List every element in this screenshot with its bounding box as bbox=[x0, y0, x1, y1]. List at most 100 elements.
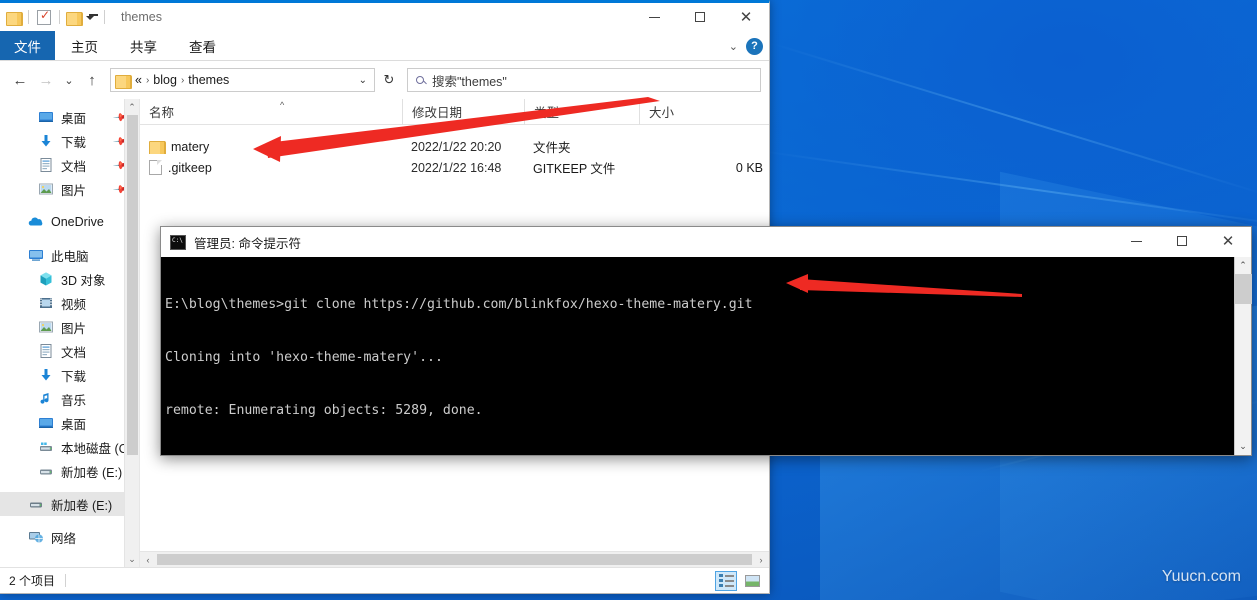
download-icon bbox=[38, 367, 54, 383]
breadcrumb-separator: › bbox=[145, 74, 150, 86]
help-button[interactable]: ? bbox=[746, 37, 763, 55]
maximize-button[interactable] bbox=[677, 3, 723, 31]
folder-icon[interactable] bbox=[6, 11, 23, 26]
chevron-down-icon[interactable]: ⌄ bbox=[729, 40, 738, 53]
sidebar-item-pictures[interactable]: 图片 📌 bbox=[0, 177, 139, 201]
scroll-down-icon[interactable]: ⌄ bbox=[1235, 438, 1252, 455]
cmd-minimize-button[interactable] bbox=[1113, 227, 1159, 255]
tab-home[interactable]: 主页 bbox=[55, 31, 114, 60]
sidebar-item-downloads[interactable]: 下载 📌 bbox=[0, 129, 139, 153]
scroll-up-icon[interactable]: ⌃ bbox=[1235, 257, 1252, 274]
table-row[interactable]: .gitkeep 2022/1/22 16:48 GITKEEP 文件 0 KB bbox=[140, 157, 769, 178]
nav-pane-scrollbar[interactable]: ⌃ ⌄ bbox=[124, 99, 139, 567]
sidebar-item-label: 此电脑 bbox=[51, 249, 89, 264]
scroll-down-icon[interactable]: ⌄ bbox=[124, 551, 139, 567]
sidebar-item-new-volume-e-selected[interactable]: 新加卷 (E:) bbox=[0, 492, 139, 516]
scroll-right-icon[interactable]: › bbox=[753, 555, 769, 565]
ribbon-tabs: 文件 主页 共享 查看 ⌄ ? bbox=[0, 31, 769, 61]
thumbnail-view-button[interactable] bbox=[741, 571, 763, 591]
close-button[interactable]: ✕ bbox=[723, 3, 769, 31]
sidebar-item-this-pc[interactable]: 此电脑 bbox=[0, 243, 139, 267]
quick-access-toolbar bbox=[0, 8, 111, 26]
file-list-horizontal-scrollbar[interactable]: ‹ › bbox=[140, 551, 769, 567]
sidebar-item-new-volume-e[interactable]: 新加卷 (E:) bbox=[0, 459, 139, 483]
chevron-down-icon[interactable]: ⌄ bbox=[359, 75, 370, 86]
up-button[interactable]: ↑ bbox=[80, 68, 104, 92]
sidebar-item-downloads-2[interactable]: 下载 bbox=[0, 363, 139, 387]
breadcrumb-themes[interactable]: themes bbox=[188, 73, 229, 87]
sidebar-item-documents[interactable]: 文档 📌 bbox=[0, 153, 139, 177]
folder-icon bbox=[149, 140, 166, 154]
column-header-name[interactable]: 名称 ^ bbox=[140, 99, 402, 125]
cmd-maximize-button[interactable] bbox=[1159, 227, 1205, 255]
forward-button[interactable]: → bbox=[34, 68, 58, 92]
scroll-left-icon[interactable]: ‹ bbox=[140, 555, 156, 565]
desktop-icon bbox=[38, 109, 54, 125]
sidebar-item-label: OneDrive bbox=[51, 215, 104, 229]
sidebar-item-onedrive[interactable]: OneDrive bbox=[0, 210, 139, 234]
breadcrumb-root[interactable]: « bbox=[135, 73, 142, 87]
tab-view[interactable]: 查看 bbox=[173, 31, 232, 60]
sidebar-item-label: 图片 bbox=[61, 321, 87, 336]
new-folder-icon[interactable] bbox=[66, 11, 83, 26]
search-input[interactable]: 搜索"themes" bbox=[407, 68, 761, 92]
console-output[interactable]: E:\blog\themes>git clone https://github.… bbox=[161, 257, 1234, 455]
back-button[interactable]: ← bbox=[8, 68, 32, 92]
properties-icon[interactable] bbox=[37, 8, 51, 25]
sidebar-item-label: 文档 bbox=[61, 159, 87, 174]
cmd-close-button[interactable]: ✕ bbox=[1205, 227, 1251, 255]
desktop-icon bbox=[38, 415, 54, 431]
file-name: matery bbox=[171, 139, 210, 154]
table-row[interactable]: matery 2022/1/22 20:20 文件夹 bbox=[140, 136, 769, 157]
view-mode-buttons bbox=[715, 570, 763, 591]
scroll-thumb[interactable] bbox=[126, 115, 138, 455]
file-name-cell[interactable]: .gitkeep bbox=[140, 160, 402, 175]
pictures-icon bbox=[38, 181, 54, 197]
breadcrumb-blog[interactable]: blog bbox=[153, 73, 177, 87]
column-headers: 名称 ^ 修改日期 类型 大小 bbox=[140, 98, 769, 125]
sidebar-item-pictures-2[interactable]: 图片 bbox=[0, 315, 139, 339]
divider bbox=[65, 574, 67, 587]
sidebar-item-documents-2[interactable]: 文档 bbox=[0, 339, 139, 363]
window-title: themes bbox=[121, 10, 162, 24]
refresh-button[interactable]: ↻ bbox=[377, 68, 401, 92]
sidebar-item-music[interactable]: 音乐 bbox=[0, 387, 139, 411]
sidebar-item-label: 桌面 bbox=[61, 111, 87, 126]
sidebar-item-label: 下载 bbox=[61, 135, 87, 150]
search-text: 搜索"themes" bbox=[432, 74, 507, 89]
3d-objects-icon bbox=[38, 271, 54, 287]
tab-share[interactable]: 共享 bbox=[114, 31, 173, 60]
tab-file[interactable]: 文件 bbox=[0, 31, 55, 60]
cmd-window-controls: ✕ bbox=[1113, 227, 1251, 255]
sidebar-item-desktop[interactable]: 桌面 📌 bbox=[0, 105, 139, 129]
console-scrollbar[interactable]: ⌃ ⌄ bbox=[1234, 257, 1252, 455]
file-name-cell[interactable]: matery bbox=[140, 140, 402, 154]
item-count-label: 2 个项目 bbox=[9, 574, 56, 588]
scroll-up-icon[interactable]: ⌃ bbox=[124, 99, 139, 115]
customize-dropdown-icon[interactable] bbox=[84, 14, 98, 20]
divider bbox=[28, 10, 29, 24]
address-bar[interactable]: « › blog › themes ⌄ bbox=[110, 68, 375, 92]
sidebar-item-label: 3D 对象 bbox=[61, 273, 106, 288]
address-toolbar: ← → ⌄ ↑ « › blog › themes ⌄ ↻ 搜索"themes" bbox=[0, 61, 769, 99]
this-pc-icon bbox=[28, 247, 44, 263]
scroll-thumb[interactable] bbox=[1234, 274, 1252, 304]
sidebar-item-local-disk-c[interactable]: 本地磁盘 (C:) bbox=[0, 435, 139, 459]
recent-locations-button[interactable]: ⌄ bbox=[60, 68, 78, 92]
sidebar-item-label: 视频 bbox=[61, 297, 87, 312]
file-size-cell: 0 KB bbox=[735, 160, 763, 175]
column-header-size[interactable]: 大小 bbox=[639, 98, 769, 125]
sidebar-item-network[interactable]: 网络 bbox=[0, 525, 139, 549]
column-header-date[interactable]: 修改日期 bbox=[402, 98, 524, 125]
sidebar-item-3d-objects[interactable]: 3D 对象 bbox=[0, 267, 139, 291]
search-icon bbox=[416, 76, 424, 84]
sidebar-item-videos[interactable]: 视频 bbox=[0, 291, 139, 315]
folder-icon bbox=[115, 74, 132, 89]
minimize-button[interactable] bbox=[631, 3, 677, 31]
file-name: .gitkeep bbox=[168, 160, 212, 175]
console-icon bbox=[170, 234, 186, 250]
sidebar-item-desktop-2[interactable]: 桌面 bbox=[0, 411, 139, 435]
scroll-thumb[interactable] bbox=[157, 554, 752, 565]
column-header-type[interactable]: 类型 bbox=[524, 98, 639, 125]
details-view-button[interactable] bbox=[715, 570, 737, 591]
